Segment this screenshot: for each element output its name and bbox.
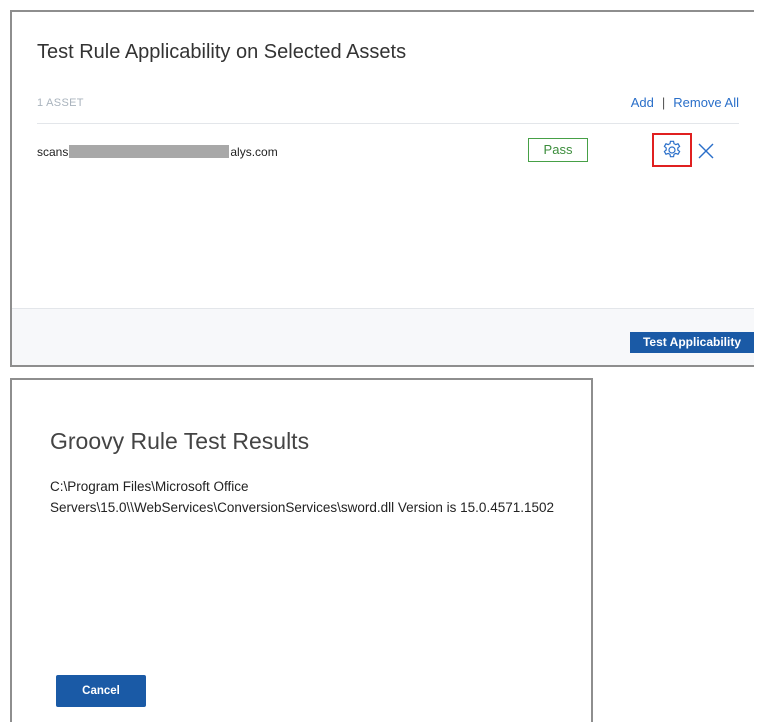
gear-icon: [663, 140, 681, 158]
view-result-button[interactable]: [652, 133, 692, 167]
panel-title: Test Rule Applicability on Selected Asse…: [37, 41, 407, 63]
cancel-button[interactable]: Cancel: [56, 675, 146, 707]
status-badge: Pass: [528, 138, 588, 162]
list-divider: [37, 123, 739, 124]
result-message: C:\Program Files\Microsoft Office Server…: [50, 479, 555, 515]
asset-actions: Add | Remove All: [631, 95, 739, 110]
test-results-dialog: Groovy Rule Test Results C:\Program File…: [10, 378, 593, 722]
redaction-bar: [69, 145, 230, 158]
dialog-title: Groovy Rule Test Results: [50, 428, 310, 454]
panel-footer: Test Applicability: [12, 308, 754, 365]
add-asset-link[interactable]: Add: [631, 95, 654, 110]
remove-all-link[interactable]: Remove All: [673, 95, 739, 110]
asset-count-label: 1 ASSET: [37, 97, 84, 109]
remove-asset-button[interactable]: [696, 141, 716, 161]
link-separator: |: [661, 95, 666, 110]
asset-hostname: scans alys.com: [37, 145, 278, 159]
test-applicability-panel: Test Rule Applicability on Selected Asse…: [10, 10, 754, 367]
hostname-prefix: scans: [37, 145, 69, 159]
hostname-suffix: alys.com: [230, 145, 278, 159]
close-icon: [698, 143, 714, 159]
test-applicability-button[interactable]: Test Applicability: [630, 332, 754, 353]
